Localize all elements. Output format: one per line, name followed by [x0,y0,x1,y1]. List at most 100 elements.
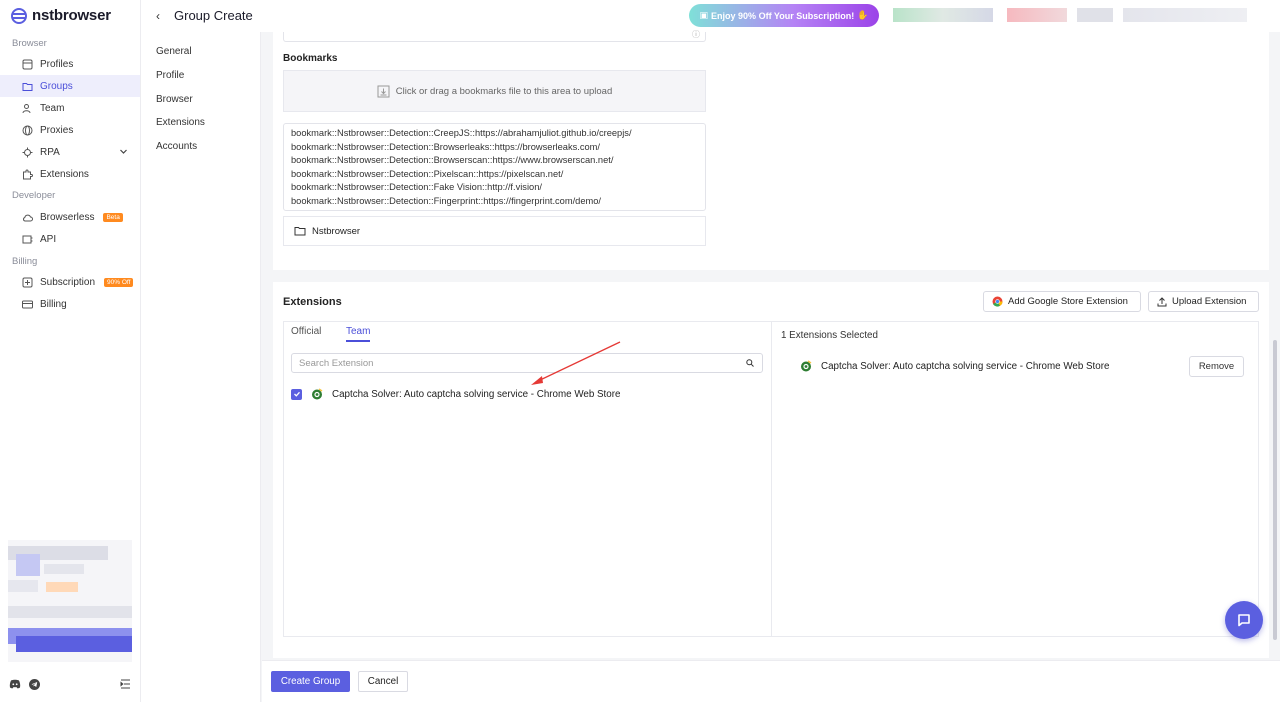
promo-banner[interactable]: ▣ Enjoy 90% Off Your Subscription! ✋ [689,4,879,27]
extension-name: Captcha Solver: Auto captcha solving ser… [821,360,1110,372]
cancel-button[interactable]: Cancel [358,671,408,692]
tab-team[interactable]: Team [346,326,371,342]
discord-icon[interactable] [9,679,21,689]
extensions-card: Extensions Add Google Store Extension Up… [273,282,1269,658]
sidebar-item-subscription[interactable]: Subscription 90% Off [0,271,140,293]
selected-count: 1 Extensions Selected [781,330,878,341]
subnav-extensions[interactable]: Extensions [156,117,205,128]
bookmark-line: bookmark::Nstbrowser::Detection::Browser… [291,141,600,152]
sidebar-item-label: Profiles [40,58,74,70]
bookmark-line: bookmark::Nstbrowser::Detection::Pixelsc… [291,168,564,179]
search-extension-input[interactable] [291,353,763,373]
sidebar-item-label: Subscription [40,276,96,288]
chevron-down-icon[interactable] [119,147,128,156]
sidebar-item-label: Groups [40,80,73,92]
upload-icon [1157,296,1167,306]
selected-extension-item: Captcha Solver: Auto captcha solving ser… [800,360,1109,372]
sidebar-item-billing[interactable]: Billing [0,293,140,315]
captcha-solver-icon [312,388,323,400]
create-group-button[interactable]: Create Group [271,671,350,692]
sidebar-item-rpa[interactable]: RPA [0,141,140,163]
sidebar-item-label: Browserless [40,211,95,223]
bookmarks-folder[interactable]: Nstbrowser [283,216,706,246]
sidebar-footer [0,666,140,702]
sidebar-item-groups[interactable]: Groups [0,75,140,97]
sidebar: nstbrowser Browser Profiles Groups Team … [0,0,141,702]
subnav-profile[interactable]: Profile [156,70,184,81]
extensions-title: Extensions [283,296,342,308]
gift-icon: ▣ [699,10,709,20]
button-label: Upload Extension [1172,296,1247,307]
upload-extension-button[interactable]: Upload Extension [1148,291,1259,312]
subnav-general[interactable]: General [156,46,192,57]
sidebar-item-team[interactable]: Team [0,97,140,119]
hand-icon: ✋ [857,10,869,20]
bookmarks-label: Bookmarks [283,53,338,64]
add-google-store-extension-button[interactable]: Add Google Store Extension [983,291,1141,312]
upload-file-icon [377,85,390,97]
folder-icon [294,227,306,236]
extension-checkbox[interactable] [291,388,302,400]
button-label: Add Google Store Extension [1008,296,1128,307]
account-info-redacted [8,540,132,662]
chat-bubble-icon [1238,614,1250,627]
telegram-icon[interactable] [29,678,40,690]
plus-icon [22,277,33,288]
bookmark-line: bookmark::Nstbrowser::Detection::Browser… [291,155,614,165]
support-chat-button[interactable] [1225,601,1263,639]
folder-icon [22,81,33,92]
api-icon [22,234,33,245]
page-scrollbar[interactable] [1273,340,1277,640]
sidebar-item-label: Proxies [40,124,74,136]
sidebar-item-label: Extensions [40,168,89,180]
collapse-menu-icon[interactable] [120,679,131,689]
section-billing: Billing [12,256,38,267]
app-name: nstbrowser [32,7,111,24]
form-section-nav: General Profile Browser Extensions Accou… [141,32,261,702]
previous-field[interactable]: ⓘ [283,30,706,42]
section-developer: Developer [12,190,56,201]
tab-official[interactable]: Official [291,326,321,340]
sidebar-item-label: Billing [40,298,67,310]
bookmark-line: bookmark::Nstbrowser::Detection::Fake Vi… [291,182,542,192]
bookmark-line: bookmark::Nstbrowser::Detection::CreepJS… [291,128,632,138]
globe-icon [22,125,33,136]
nstbrowser-logo-icon [11,7,27,24]
dropzone-text: Click or drag a bookmarks file to this a… [395,85,613,97]
back-arrow-icon[interactable]: ‹ [156,9,160,23]
redacted-header-item [893,8,993,22]
sidebar-item-profiles[interactable]: Profiles [0,53,140,75]
search-icon[interactable] [746,359,754,367]
top-bar: ‹ Group Create ▣ Enjoy 90% Off Your Subs… [141,0,1280,32]
sidebar-item-proxies[interactable]: Proxies [0,119,140,141]
rpa-icon [22,147,33,158]
main-content: ⓘ Bookmarks Click or drag a bookmarks fi… [262,30,1280,660]
redacted-header-item [1007,8,1067,22]
promo-text: Enjoy 90% Off Your Subscription! [711,10,855,21]
profiles-icon [22,59,33,70]
extension-name: Captcha Solver: Auto captcha solving ser… [332,388,621,400]
form-footer: Create Group Cancel [262,660,1280,702]
sidebar-item-extensions[interactable]: Extensions [0,163,140,185]
subnav-browser[interactable]: Browser [156,94,193,105]
bookmarks-textarea[interactable]: bookmark::Nstbrowser::Detection::CreepJS… [283,123,706,211]
extensions-panel: Official Team Captcha Solver: Auto captc… [283,321,1259,637]
sidebar-item-label: RPA [40,146,60,158]
sidebar-item-browserless[interactable]: Browserless Beta [0,206,140,228]
bookmarks-upload-dropzone[interactable]: Click or drag a bookmarks file to this a… [283,70,706,112]
app-logo[interactable]: nstbrowser [10,7,111,24]
annotation-arrow [531,341,621,385]
sidebar-item-label: API [40,233,57,245]
folder-name: Nstbrowser [312,225,361,237]
page-title: Group Create [174,8,253,23]
sidebar-item-label: Team [40,102,65,114]
discount-badge: 90% Off [104,277,134,287]
redacted-header-item [1123,8,1247,22]
subnav-accounts[interactable]: Accounts [156,141,197,152]
section-browser: Browser [12,38,47,49]
card-icon [22,299,33,310]
remove-extension-button[interactable]: Remove [1189,356,1244,377]
sidebar-item-api[interactable]: API [0,228,140,250]
extension-list-item[interactable]: Captcha Solver: Auto captcha solving ser… [291,388,620,400]
beta-badge: Beta [103,212,123,222]
